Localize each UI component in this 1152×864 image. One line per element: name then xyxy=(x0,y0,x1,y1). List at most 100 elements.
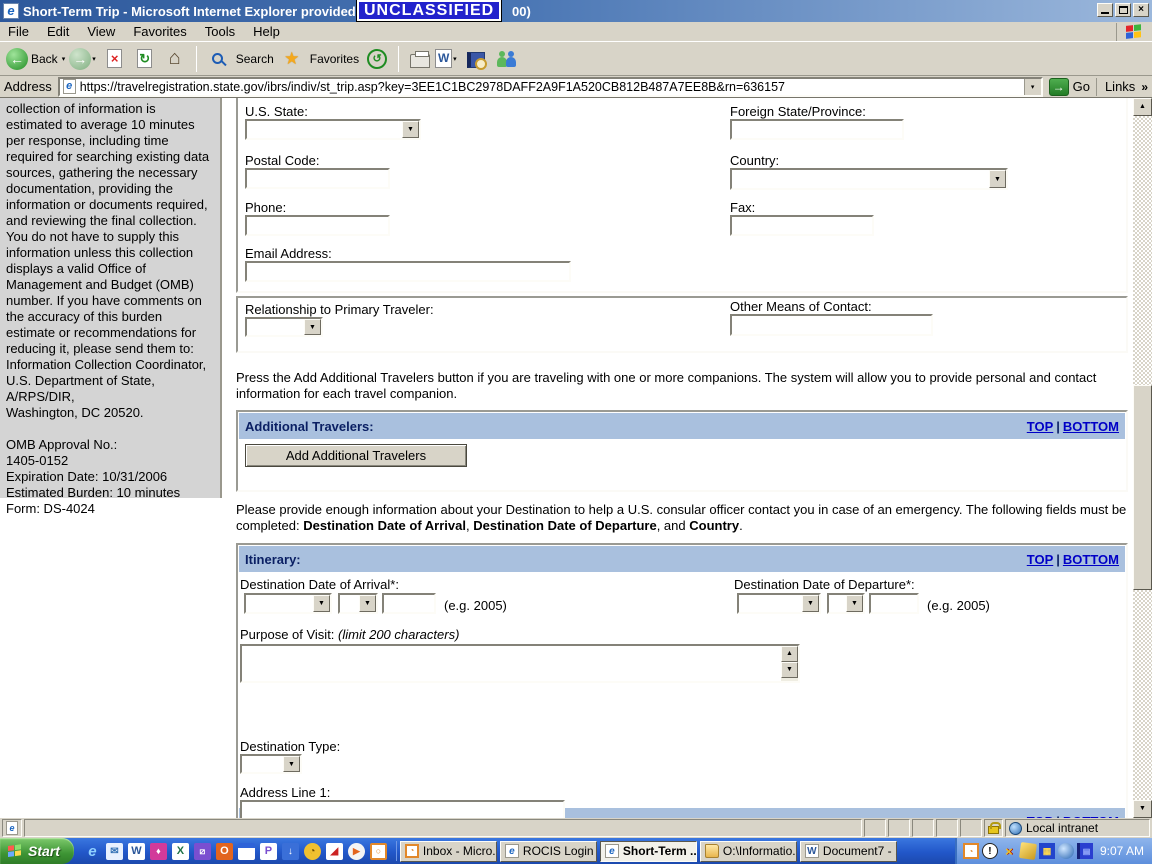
edit-with-word-button[interactable]: W ▾ xyxy=(435,49,461,68)
phone-field[interactable] xyxy=(245,215,390,236)
menu-bar: File Edit View Favorites Tools Help xyxy=(0,22,1152,42)
word-icon[interactable]: W xyxy=(127,842,145,860)
window-icon[interactable] xyxy=(237,842,255,860)
close-button[interactable]: × xyxy=(1133,3,1149,17)
scrollbar-thumb[interactable] xyxy=(1133,385,1152,590)
address-url[interactable]: https://travelregistration.state.gov/ibr… xyxy=(80,80,785,94)
chevron-down-icon[interactable]: ▼ xyxy=(846,595,863,612)
history-button[interactable]: ↺ xyxy=(366,47,388,71)
country-select[interactable]: ▼ xyxy=(730,168,1008,190)
taskbar-button-inbox[interactable]: ◔ Inbox - Micro... xyxy=(399,840,497,862)
messenger-button[interactable] xyxy=(495,47,517,71)
scroll-up-icon[interactable]: ▲ xyxy=(1133,98,1152,116)
stop-button[interactable]: × xyxy=(104,47,126,71)
media-player-icon[interactable]: ▶ xyxy=(347,842,365,860)
us-state-select[interactable]: ▼ xyxy=(245,119,421,140)
chevron-down-icon[interactable]: ▼ xyxy=(304,319,321,335)
foreign-state-field[interactable] xyxy=(730,119,904,140)
taskbar-button-folder[interactable]: O:\Informatio... xyxy=(699,840,797,862)
chevron-down-icon[interactable]: ▼ xyxy=(802,595,819,612)
tray-badge-icon[interactable] xyxy=(1018,841,1038,861)
scroll-down-icon[interactable]: ▼ xyxy=(1133,800,1152,818)
restore-button[interactable] xyxy=(1115,3,1131,17)
tray-clock-icon[interactable]: ◔ xyxy=(962,843,979,859)
top-link[interactable]: TOP xyxy=(1027,814,1054,819)
email-field[interactable] xyxy=(245,261,571,282)
page-scrollbar[interactable]: ▲ ▼ xyxy=(1133,98,1152,818)
address-line1-field[interactable] xyxy=(240,800,565,818)
departure-day-select[interactable]: ▼ xyxy=(827,593,865,614)
arrival-day-select[interactable]: ▼ xyxy=(338,593,378,614)
favorites-button[interactable]: ★ Favorites xyxy=(277,47,362,71)
menu-file[interactable]: File xyxy=(8,24,29,39)
links-toolbar[interactable]: Links » xyxy=(1095,77,1148,96)
powerpoint-icon[interactable]: O xyxy=(215,842,233,860)
arrival-month-select[interactable]: ▼ xyxy=(244,593,332,614)
chevron-down-icon[interactable]: ▼ xyxy=(989,170,1006,188)
tray-key-icon[interactable]: × xyxy=(1001,843,1017,859)
departure-month-select[interactable]: ▼ xyxy=(737,593,821,614)
home-button[interactable]: ⌂ xyxy=(164,47,186,71)
taskbar-button-rocis[interactable]: eROCIS Login ... xyxy=(499,840,597,862)
photo-editor-icon[interactable]: ⧄ xyxy=(193,842,211,860)
textarea-scrollbar[interactable]: ▲ ▼ xyxy=(781,646,798,681)
add-additional-travelers-button[interactable]: Add Additional Travelers xyxy=(245,444,467,467)
bottom-link[interactable]: BOTTOM xyxy=(1063,419,1119,434)
relationship-select[interactable]: ▼ xyxy=(245,317,323,337)
postal-code-field[interactable] xyxy=(245,168,390,189)
address-dropdown-icon[interactable]: ▾ xyxy=(1023,78,1041,95)
chevron-down-icon[interactable]: ▼ xyxy=(283,756,300,772)
excel-icon[interactable]: X xyxy=(171,842,189,860)
tray-alert-icon[interactable]: ! xyxy=(981,843,998,859)
taskbar-button-short-term[interactable]: e Short-Term ... xyxy=(599,840,697,862)
top-link[interactable]: TOP xyxy=(1027,552,1054,567)
menu-help[interactable]: Help xyxy=(253,24,280,39)
tray-network-icon[interactable] xyxy=(1057,843,1074,859)
search-icon xyxy=(212,53,224,64)
other-means-field[interactable] xyxy=(730,314,933,336)
address-input[interactable]: e https://travelregistration.state.gov/i… xyxy=(57,76,1043,97)
purpose-textarea[interactable]: ▲ ▼ xyxy=(240,644,800,683)
chevron-down-icon[interactable]: ▼ xyxy=(313,595,330,612)
refresh-button[interactable]: ↻ xyxy=(134,47,156,71)
links-chevron-icon[interactable]: » xyxy=(1141,80,1148,94)
clip-icon[interactable]: ◢ xyxy=(325,842,343,860)
top-link[interactable]: TOP xyxy=(1027,419,1054,434)
chevron-down-icon[interactable]: ▼ xyxy=(402,121,419,138)
destination-type-select[interactable]: ▼ xyxy=(240,754,302,774)
menu-view[interactable]: View xyxy=(87,24,115,39)
minimize-button[interactable] xyxy=(1097,3,1113,17)
alarm-icon[interactable]: ◔ xyxy=(303,842,321,860)
printer-icon xyxy=(410,50,431,68)
edit-dropdown-icon[interactable]: ▾ xyxy=(453,55,457,63)
go-button[interactable]: → Go xyxy=(1048,77,1090,96)
menu-tools[interactable]: Tools xyxy=(205,24,235,39)
tray-book-icon[interactable]: ▤ xyxy=(1076,843,1093,859)
forward-dropdown-icon[interactable]: ▾ xyxy=(92,55,96,63)
back-dropdown-icon[interactable]: ▾ xyxy=(62,55,66,63)
menu-favorites[interactable]: Favorites xyxy=(133,24,186,39)
departure-year-field[interactable] xyxy=(869,593,919,614)
menu-edit[interactable]: Edit xyxy=(47,24,69,39)
chevron-down-icon[interactable]: ▼ xyxy=(359,595,376,612)
publisher-icon[interactable]: P xyxy=(259,842,277,860)
ie-icon[interactable]: e xyxy=(84,843,101,860)
download-icon[interactable]: ↓ xyxy=(281,842,299,860)
key-icon[interactable]: ♦ xyxy=(149,842,167,860)
search-button[interactable]: Search xyxy=(203,47,277,71)
research-button[interactable] xyxy=(465,47,487,71)
back-button[interactable]: ← Back ▾ xyxy=(6,47,69,70)
bottom-link[interactable]: BOTTOM xyxy=(1063,814,1119,819)
taskbar-button-document7[interactable]: W Document7 - ... xyxy=(799,840,897,862)
bottom-link[interactable]: BOTTOM xyxy=(1063,552,1119,567)
tray-smartcard-icon[interactable]: ▦ xyxy=(1038,843,1055,859)
scroll-up-icon[interactable]: ▲ xyxy=(781,646,798,662)
forward-button[interactable]: → ▾ xyxy=(69,47,100,70)
print-button[interactable] xyxy=(409,47,431,71)
scroll-down-icon[interactable]: ▼ xyxy=(781,662,798,678)
start-button[interactable]: Start xyxy=(0,838,74,864)
fax-field[interactable] xyxy=(730,215,874,236)
mail-icon[interactable]: ✉ xyxy=(105,842,123,860)
clock-icon[interactable]: ○ xyxy=(369,842,387,860)
arrival-year-field[interactable] xyxy=(382,593,436,614)
